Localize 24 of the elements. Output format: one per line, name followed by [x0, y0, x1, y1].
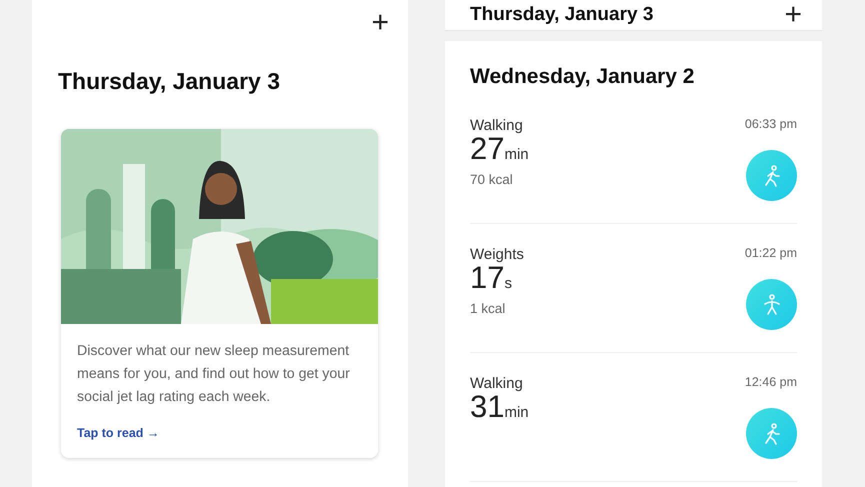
article-card[interactable]: Discover what our new sleep measurement means for you, and find out how to get your social jet lag rating each week. Tap to read →: [61, 129, 378, 458]
activity-badge[interactable]: [746, 279, 797, 330]
activity-unit: min: [504, 404, 529, 421]
activity-time: 01:22 pm: [744, 246, 797, 260]
activity-name: Weights: [470, 246, 524, 263]
activity-unit: s: [504, 275, 512, 292]
activity-time: 12:46 pm: [744, 375, 797, 389]
activity-name: Walking: [470, 117, 524, 134]
activity-value: 31: [470, 389, 504, 424]
date-heading: Thursday, January 3: [58, 68, 281, 95]
article-text: Discover what our new sleep measurement means for you, and find out how to get your social jet lag rating each week.: [77, 342, 351, 407]
activity-unit: min: [504, 146, 529, 163]
day-heading: Wednesday, January 2: [470, 65, 696, 89]
header-title: Thursday, January 3: [470, 4, 654, 26]
activity-badge[interactable]: [746, 150, 797, 201]
activity-value: 27: [470, 131, 504, 166]
tap-to-read-link[interactable]: Tap to read →: [77, 426, 160, 440]
add-button[interactable]: +: [780, 0, 806, 30]
activity-name: Walking: [470, 375, 524, 392]
add-button[interactable]: +: [367, 8, 393, 38]
activity-time: 06:33 pm: [744, 117, 797, 131]
calories-text: 1 kcal: [470, 301, 506, 316]
calories-text: 70 kcal: [470, 172, 514, 187]
activity-badge[interactable]: [746, 408, 797, 459]
